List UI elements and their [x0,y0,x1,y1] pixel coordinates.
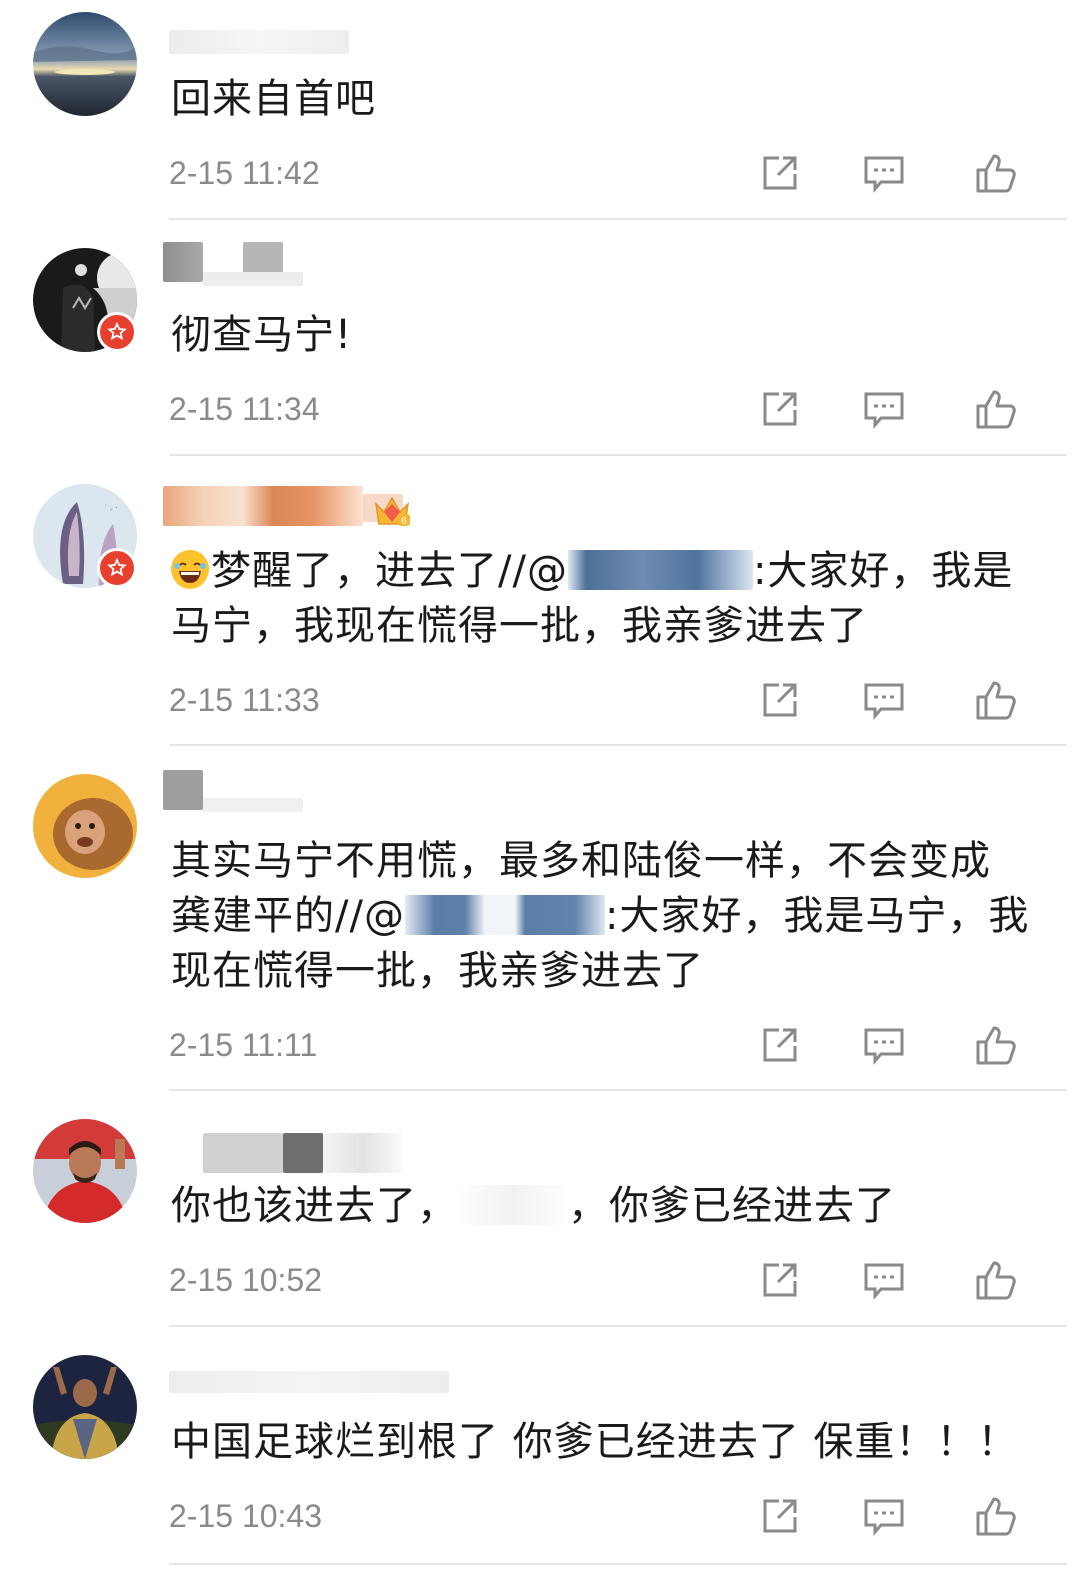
comment-text: 梦醒了，进去了//@:大家好，我是马宁，我现在慌得一批，我亲爹进去了 [171,544,1031,654]
comment-text-part: 你也该进去了， [171,1183,458,1229]
laughing-emoji-icon [171,550,209,589]
share-icon[interactable] [757,1022,803,1068]
reply-icon[interactable] [861,1022,907,1068]
comment-text: 中国足球烂到根了 你爹已经进去了 保重！！！ [171,1419,1019,1465]
comment-text: 其实马宁不用慌，最多和陆俊一样，不会变成龚建平的//@:大家好，我是马宁，我现在… [171,834,1031,999]
share-icon[interactable] [757,1493,803,1539]
name-redacted [458,1185,568,1225]
svg-text:6: 6 [401,516,407,527]
share-icon[interactable] [757,386,803,432]
avatar[interactable] [33,774,137,878]
mention-redacted[interactable] [404,895,605,935]
like-icon[interactable] [973,150,1019,196]
mention-redacted[interactable] [567,550,753,590]
reply-icon[interactable] [861,1493,907,1539]
comment-text-part: ，你爹已经进去了 [568,1183,896,1229]
avatar[interactable] [33,1355,137,1459]
username-redacted[interactable] [163,1133,583,1177]
reply-icon[interactable] [861,1257,907,1303]
comment-item: 其实马宁不用慌，最多和陆俊一样，不会变成龚建平的//@:大家好，我是马宁，我现在… [0,746,1080,1091]
comment-text: 你也该进去了， ，你爹已经进去了 [171,1179,1031,1234]
comment-item: ﾟ ｡ ･ 6 梦醒了，进去了//@:大家好，我是马宁，我现在慌得一批，我亲爹进… [0,456,1080,746]
comment-item: 彻查马宁! 2-15 11:34 [0,220,1080,456]
username-redacted[interactable] [163,22,583,66]
comment-text: 回来自首吧 [171,76,376,122]
divider [169,1563,1067,1565]
comment-time: 2-15 11:42 [169,155,320,191]
verified-badge-icon [97,548,137,588]
share-icon[interactable] [757,150,803,196]
comment-time: 2-15 10:43 [169,1498,323,1534]
like-icon[interactable] [973,386,1019,432]
comment-time: 2-15 10:52 [169,1262,323,1298]
reply-icon[interactable] [861,677,907,723]
verified-badge-icon [97,312,137,352]
username-redacted[interactable] [163,1351,583,1395]
comment-time: 2-15 11:11 [169,1027,318,1063]
like-icon[interactable] [973,1257,1019,1303]
like-icon[interactable] [973,1493,1019,1539]
avatar[interactable] [33,1119,137,1223]
username-redacted[interactable] [163,242,583,286]
reply-icon[interactable] [861,150,907,196]
comment-time: 2-15 11:33 [169,682,320,718]
like-icon[interactable] [973,677,1019,723]
crown-badge-icon: 6 [372,490,412,530]
like-icon[interactable] [973,1022,1019,1068]
svg-text:ﾟ ｡ ･: ﾟ ｡ ･ [105,505,118,512]
avatar[interactable] [33,12,137,116]
comment-text: 彻查马宁! [171,312,353,358]
share-icon[interactable] [757,1257,803,1303]
comment-item: 中国足球烂到根了 你爹已经进去了 保重！！！ 2-15 10:43 [0,1327,1080,1587]
username-redacted[interactable] [163,770,583,814]
reply-icon[interactable] [861,386,907,432]
comment-item: 你也该进去了， ，你爹已经进去了 2-15 10:52 [0,1091,1080,1327]
comment-time: 2-15 11:34 [169,391,320,427]
comment-text-part: 梦醒了，进去了//@ [211,548,568,594]
share-icon[interactable] [757,677,803,723]
comment-item: 回来自首吧 2-15 11:42 [0,0,1080,220]
